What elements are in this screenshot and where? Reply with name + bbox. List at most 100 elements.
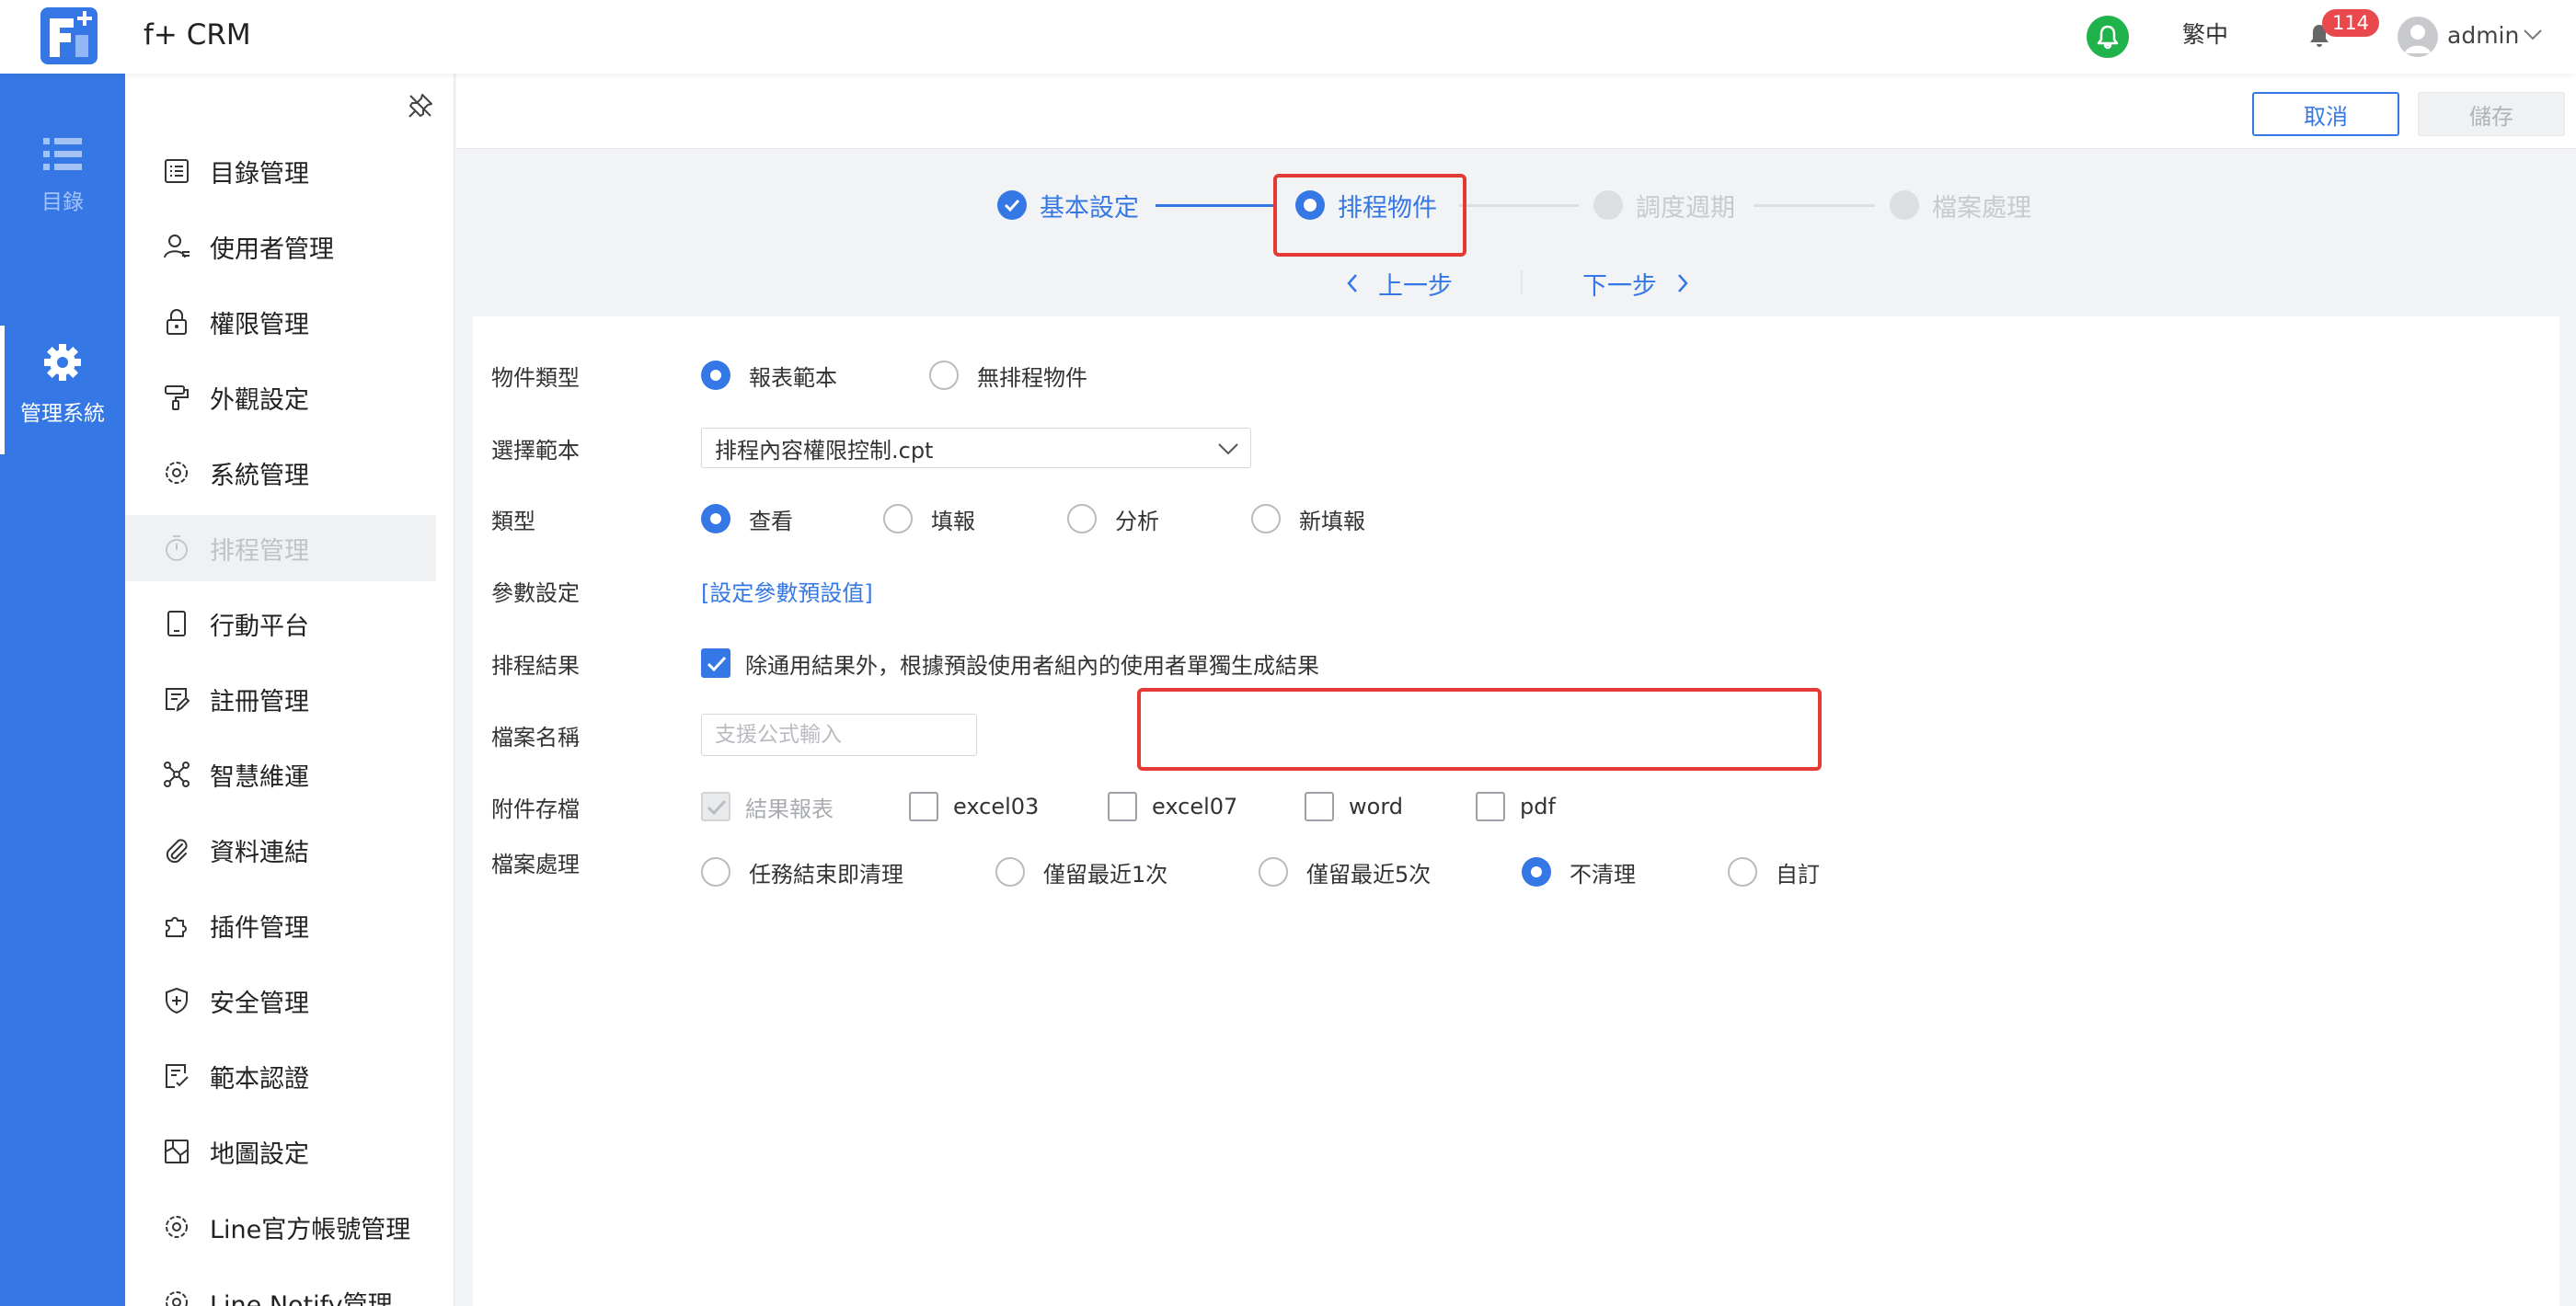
radio-fill[interactable]: 填報 [883, 503, 1067, 535]
cancel-button[interactable]: 取消 [2252, 92, 2399, 136]
row-attachment: 附件存檔 結果報表 excel03 excel07 word pdf [473, 785, 2559, 828]
menu-item-plugins[interactable]: 插件管理 [125, 892, 436, 958]
checkbox-excel07[interactable]: excel07 [1108, 792, 1305, 821]
row-object-type: 物件類型 報表範本 無排程物件 [473, 355, 2559, 395]
row-template: 選擇範本 排程內容權限控制.cpt [473, 427, 2559, 469]
menu-item-label: 安全管理 [210, 989, 309, 1018]
radio-view[interactable]: 查看 [701, 503, 883, 535]
app-logo[interactable] [40, 7, 98, 64]
radio-circle [701, 504, 730, 533]
radio-keep-last-1[interactable]: 僅留最近1次 [995, 856, 1259, 888]
chevron-down-icon[interactable] [2523, 28, 2543, 42]
row-params: 參數設定 [設定參數預設值] [473, 570, 2559, 611]
object-type-group: 報表範本 無排程物件 [701, 360, 1087, 392]
prev-step-link[interactable]: 上一步 [1345, 265, 1453, 302]
menu-item-label: 排程管理 [210, 536, 309, 566]
radio-analysis[interactable]: 分析 [1067, 503, 1251, 535]
avatar[interactable] [2398, 17, 2438, 57]
checkbox-label: word [1349, 794, 1403, 819]
radio-label: 分析 [1115, 508, 1159, 534]
checkbox-excel03[interactable]: excel03 [909, 792, 1108, 821]
radio-keep-last-5[interactable]: 僅留最近5次 [1259, 856, 1522, 888]
nav-rail: 目錄 管理系統 [0, 74, 125, 1306]
radio-no-clean[interactable]: 不清理 [1522, 856, 1728, 888]
checkbox-pdf[interactable]: pdf [1476, 792, 1556, 821]
menu-item-data-link[interactable]: 資料連結 [125, 817, 436, 883]
radio-circle [995, 857, 1025, 887]
register-icon [166, 688, 190, 712]
menu-item-system[interactable]: 系統管理 [125, 440, 436, 506]
menu-item-appearance[interactable]: 外觀設定 [125, 364, 436, 430]
chevron-left-icon [1347, 274, 1357, 292]
radio-label: 查看 [749, 508, 793, 534]
radio-label: 不清理 [1570, 861, 1636, 888]
rail-item-management[interactable]: 管理系統 [0, 326, 125, 454]
menu-item-security[interactable]: 安全管理 [125, 968, 436, 1034]
menu-item-users[interactable]: 使用者管理 [125, 213, 436, 280]
reminder-bell-icon[interactable] [2087, 16, 2129, 58]
action-bar: 取消 儲存 [456, 74, 2576, 149]
radio-circle [1251, 504, 1281, 533]
menu-item-template-cert[interactable]: 範本認證 [125, 1043, 436, 1109]
radio-label: 任務結束即清理 [749, 861, 903, 888]
per-user-result-checkbox[interactable]: 除通用結果外，根據預設使用者組內的使用者單獨生成結果 [701, 647, 1319, 680]
checkbox-label: excel03 [953, 794, 1040, 819]
form-panel: 物件類型 報表範本 無排程物件 選擇範本 排程內容權限控制.cpt 類型 查看 … [473, 316, 2559, 1306]
step-label: 檔案處理 [1932, 193, 2031, 223]
menu-item-smart-ops[interactable]: 智慧維運 [125, 741, 436, 808]
menu-item-label: 智慧維運 [210, 762, 309, 792]
menu-item-label: 地圖設定 [210, 1140, 309, 1169]
prev-step-label: 上一步 [1378, 271, 1453, 301]
unpin-icon[interactable] [407, 92, 434, 120]
step-file-handling[interactable]: 檔案處理 [1890, 173, 2031, 237]
menu-item-map[interactable]: 地圖設定 [125, 1118, 436, 1185]
step-connector [1754, 204, 1875, 207]
field-label: 排程結果 [491, 652, 580, 679]
step-dispatch-cycle[interactable]: 調度週期 [1593, 173, 1735, 237]
menu-item-label: 使用者管理 [210, 235, 334, 264]
language-switch[interactable]: 繁中 [2182, 17, 2228, 50]
radio-custom[interactable]: 自訂 [1728, 856, 1820, 888]
radio-label: 僅留最近1次 [1043, 861, 1168, 888]
step-connector [1156, 204, 1275, 207]
app-title: f+ CRM [144, 18, 251, 52]
menu-item-label: 權限管理 [210, 310, 309, 339]
menu-item-registration[interactable]: 註冊管理 [125, 666, 436, 732]
rail-item-catalog[interactable]: 目錄 [0, 138, 125, 215]
menu-item-mobile[interactable]: 行動平台 [125, 590, 436, 657]
checkbox-box [1476, 792, 1505, 821]
checkbox-box [1305, 792, 1334, 821]
field-label: 物件類型 [491, 364, 580, 391]
lock-icon [167, 309, 187, 335]
next-step-link[interactable]: 下一步 [1582, 265, 1690, 302]
field-label: 參數設定 [491, 579, 580, 606]
menu-item-label: 系統管理 [210, 461, 309, 490]
radio-circle [1522, 857, 1551, 887]
menu-item-line-official[interactable]: Line官方帳號管理 [125, 1194, 436, 1260]
top-bar: f+ CRM 繁中 114 admin [0, 0, 2576, 74]
checkbox-result-report[interactable]: 結果報表 [701, 791, 909, 823]
menu-item-schedule[interactable]: 排程管理 [125, 515, 436, 581]
radio-no-object[interactable]: 無排程物件 [929, 360, 1087, 392]
pending-step-icon [1593, 190, 1623, 220]
radio-circle [1259, 857, 1288, 887]
main-content: 取消 儲存 基本設定 排程物件 調度週期 檔案處理 上一步 下一步 物件類型 報… [456, 74, 2576, 1306]
menu-item-line-notify[interactable]: Line Notify管理 [125, 1269, 436, 1306]
template-select[interactable]: 排程內容權限控制.cpt [701, 428, 1251, 468]
save-button[interactable]: 儲存 [2418, 92, 2565, 136]
cog-icon [166, 1216, 188, 1238]
file-handling-group: 任務結束即清理 僅留最近1次 僅留最近5次 不清理 自訂 [701, 856, 1820, 888]
set-param-defaults-link[interactable]: [設定參數預設值] [701, 575, 873, 607]
radio-clean-on-finish[interactable]: 任務結束即清理 [701, 856, 995, 888]
checkbox-word[interactable]: word [1305, 792, 1476, 821]
menu-item-catalog[interactable]: 目錄管理 [125, 138, 436, 204]
radio-new-fill[interactable]: 新填報 [1251, 503, 1365, 535]
user-name[interactable]: admin [2447, 22, 2519, 49]
chevron-right-icon [1678, 274, 1688, 292]
shield-icon [166, 987, 188, 1014]
step-basic-settings[interactable]: 基本設定 [997, 173, 1139, 237]
radio-report-template[interactable]: 報表範本 [701, 360, 929, 392]
menu-item-label: Line Notify管理 [210, 1290, 393, 1306]
menu-item-permissions[interactable]: 權限管理 [125, 289, 436, 355]
file-name-input[interactable] [701, 714, 977, 756]
